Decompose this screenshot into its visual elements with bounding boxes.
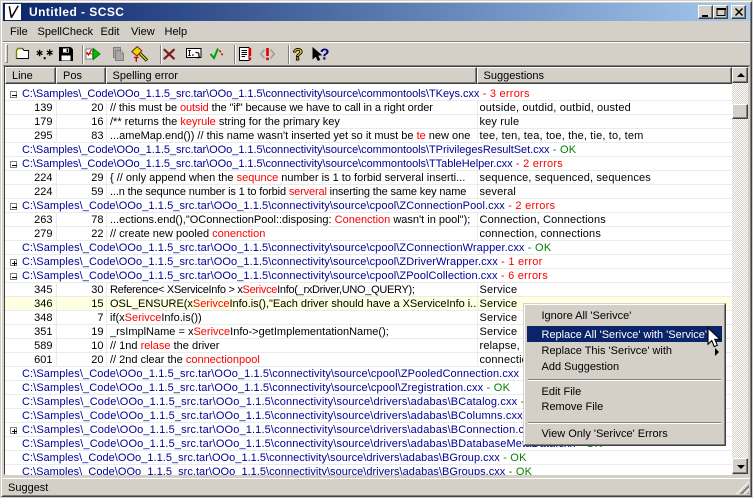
svg-text:?: ?	[320, 47, 330, 63]
svg-text:?: ?	[293, 46, 303, 62]
